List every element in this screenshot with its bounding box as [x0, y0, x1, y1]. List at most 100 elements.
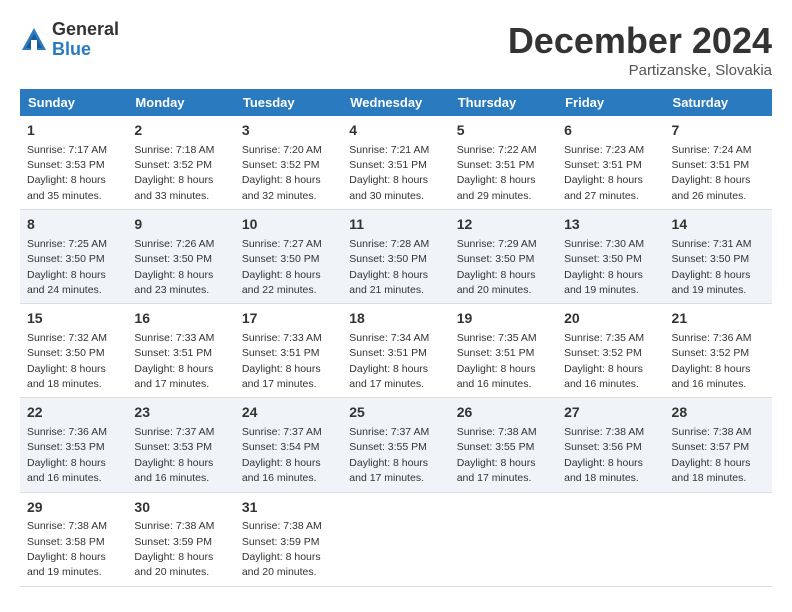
day-sunrise: Sunrise: 7:38 AM [564, 426, 644, 438]
day-sunset: Sunset: 3:53 PM [27, 159, 105, 171]
day-daylight: Daylight: 8 hours and 16 minutes. [564, 363, 643, 390]
table-row: 1 Sunrise: 7:17 AM Sunset: 3:53 PM Dayli… [20, 116, 772, 210]
day-sunset: Sunset: 3:53 PM [27, 441, 105, 453]
day-sunset: Sunset: 3:52 PM [242, 159, 320, 171]
day-sunrise: Sunrise: 7:18 AM [134, 144, 214, 156]
table-cell: 20 Sunrise: 7:35 AM Sunset: 3:52 PM Dayl… [557, 304, 664, 398]
table-cell: 3 Sunrise: 7:20 AM Sunset: 3:52 PM Dayli… [235, 116, 342, 210]
day-sunset: Sunset: 3:58 PM [27, 536, 105, 548]
day-sunset: Sunset: 3:59 PM [242, 536, 320, 548]
table-row: 8 Sunrise: 7:25 AM Sunset: 3:50 PM Dayli… [20, 210, 772, 304]
day-sunrise: Sunrise: 7:38 AM [134, 520, 214, 532]
table-cell: 7 Sunrise: 7:24 AM Sunset: 3:51 PM Dayli… [665, 116, 772, 210]
day-daylight: Daylight: 8 hours and 22 minutes. [242, 269, 321, 296]
day-daylight: Daylight: 8 hours and 20 minutes. [134, 551, 213, 578]
day-sunset: Sunset: 3:57 PM [672, 441, 750, 453]
day-sunrise: Sunrise: 7:33 AM [242, 332, 322, 344]
day-number: 20 [564, 309, 657, 329]
table-cell: 22 Sunrise: 7:36 AM Sunset: 3:53 PM Dayl… [20, 398, 127, 492]
day-daylight: Daylight: 8 hours and 27 minutes. [564, 174, 643, 201]
day-sunrise: Sunrise: 7:38 AM [27, 520, 107, 532]
header-row: Sunday Monday Tuesday Wednesday Thursday… [20, 89, 772, 116]
table-cell: 10 Sunrise: 7:27 AM Sunset: 3:50 PM Dayl… [235, 210, 342, 304]
table-cell: 23 Sunrise: 7:37 AM Sunset: 3:53 PM Dayl… [127, 398, 234, 492]
day-sunrise: Sunrise: 7:25 AM [27, 238, 107, 250]
table-cell: 17 Sunrise: 7:33 AM Sunset: 3:51 PM Dayl… [235, 304, 342, 398]
table-cell: 21 Sunrise: 7:36 AM Sunset: 3:52 PM Dayl… [665, 304, 772, 398]
day-sunrise: Sunrise: 7:17 AM [27, 144, 107, 156]
table-cell: 11 Sunrise: 7:28 AM Sunset: 3:50 PM Dayl… [342, 210, 449, 304]
day-sunrise: Sunrise: 7:27 AM [242, 238, 322, 250]
day-daylight: Daylight: 8 hours and 19 minutes. [672, 269, 751, 296]
day-daylight: Daylight: 8 hours and 16 minutes. [457, 363, 536, 390]
table-cell: 2 Sunrise: 7:18 AM Sunset: 3:52 PM Dayli… [127, 116, 234, 210]
day-sunrise: Sunrise: 7:37 AM [242, 426, 322, 438]
table-cell: 13 Sunrise: 7:30 AM Sunset: 3:50 PM Dayl… [557, 210, 664, 304]
table-row: 29 Sunrise: 7:38 AM Sunset: 3:58 PM Dayl… [20, 492, 772, 586]
day-sunrise: Sunrise: 7:35 AM [457, 332, 537, 344]
table-cell [665, 492, 772, 586]
col-friday: Friday [557, 89, 664, 116]
day-sunrise: Sunrise: 7:28 AM [349, 238, 429, 250]
day-sunset: Sunset: 3:51 PM [349, 159, 427, 171]
logo-text: General Blue [52, 20, 119, 60]
day-number: 16 [134, 309, 227, 329]
day-number: 4 [349, 121, 442, 141]
day-sunset: Sunset: 3:52 PM [564, 347, 642, 359]
day-sunset: Sunset: 3:52 PM [134, 159, 212, 171]
day-sunset: Sunset: 3:53 PM [134, 441, 212, 453]
logo-general-text: General [52, 20, 119, 40]
day-sunset: Sunset: 3:51 PM [134, 347, 212, 359]
day-sunset: Sunset: 3:52 PM [672, 347, 750, 359]
day-daylight: Daylight: 8 hours and 26 minutes. [672, 174, 751, 201]
day-number: 5 [457, 121, 550, 141]
day-number: 27 [564, 403, 657, 423]
day-number: 10 [242, 215, 335, 235]
table-cell: 8 Sunrise: 7:25 AM Sunset: 3:50 PM Dayli… [20, 210, 127, 304]
day-daylight: Daylight: 8 hours and 16 minutes. [27, 457, 106, 484]
day-number: 30 [134, 498, 227, 518]
day-daylight: Daylight: 8 hours and 18 minutes. [27, 363, 106, 390]
title-block: December 2024 Partizanske, Slovakia [508, 20, 772, 79]
day-number: 28 [672, 403, 765, 423]
day-number: 26 [457, 403, 550, 423]
day-number: 8 [27, 215, 120, 235]
day-daylight: Daylight: 8 hours and 24 minutes. [27, 269, 106, 296]
day-sunrise: Sunrise: 7:31 AM [672, 238, 752, 250]
day-sunset: Sunset: 3:50 PM [27, 253, 105, 265]
day-daylight: Daylight: 8 hours and 19 minutes. [27, 551, 106, 578]
location: Partizanske, Slovakia [508, 62, 772, 79]
day-sunset: Sunset: 3:50 PM [564, 253, 642, 265]
day-number: 29 [27, 498, 120, 518]
day-daylight: Daylight: 8 hours and 18 minutes. [564, 457, 643, 484]
day-number: 23 [134, 403, 227, 423]
day-number: 13 [564, 215, 657, 235]
day-sunset: Sunset: 3:55 PM [349, 441, 427, 453]
table-cell: 9 Sunrise: 7:26 AM Sunset: 3:50 PM Dayli… [127, 210, 234, 304]
day-daylight: Daylight: 8 hours and 16 minutes. [242, 457, 321, 484]
day-number: 3 [242, 121, 335, 141]
day-number: 2 [134, 121, 227, 141]
day-sunrise: Sunrise: 7:26 AM [134, 238, 214, 250]
day-number: 9 [134, 215, 227, 235]
day-number: 11 [349, 215, 442, 235]
day-sunrise: Sunrise: 7:32 AM [27, 332, 107, 344]
day-sunrise: Sunrise: 7:34 AM [349, 332, 429, 344]
day-sunset: Sunset: 3:54 PM [242, 441, 320, 453]
day-sunrise: Sunrise: 7:23 AM [564, 144, 644, 156]
day-daylight: Daylight: 8 hours and 30 minutes. [349, 174, 428, 201]
table-cell: 1 Sunrise: 7:17 AM Sunset: 3:53 PM Dayli… [20, 116, 127, 210]
day-daylight: Daylight: 8 hours and 32 minutes. [242, 174, 321, 201]
day-daylight: Daylight: 8 hours and 16 minutes. [134, 457, 213, 484]
month-title: December 2024 [508, 20, 772, 62]
day-number: 22 [27, 403, 120, 423]
table-cell: 25 Sunrise: 7:37 AM Sunset: 3:55 PM Dayl… [342, 398, 449, 492]
day-number: 12 [457, 215, 550, 235]
day-sunset: Sunset: 3:50 PM [134, 253, 212, 265]
day-sunrise: Sunrise: 7:33 AM [134, 332, 214, 344]
day-sunrise: Sunrise: 7:35 AM [564, 332, 644, 344]
table-cell: 30 Sunrise: 7:38 AM Sunset: 3:59 PM Dayl… [127, 492, 234, 586]
table-row: 22 Sunrise: 7:36 AM Sunset: 3:53 PM Dayl… [20, 398, 772, 492]
table-cell [450, 492, 557, 586]
table-cell: 31 Sunrise: 7:38 AM Sunset: 3:59 PM Dayl… [235, 492, 342, 586]
